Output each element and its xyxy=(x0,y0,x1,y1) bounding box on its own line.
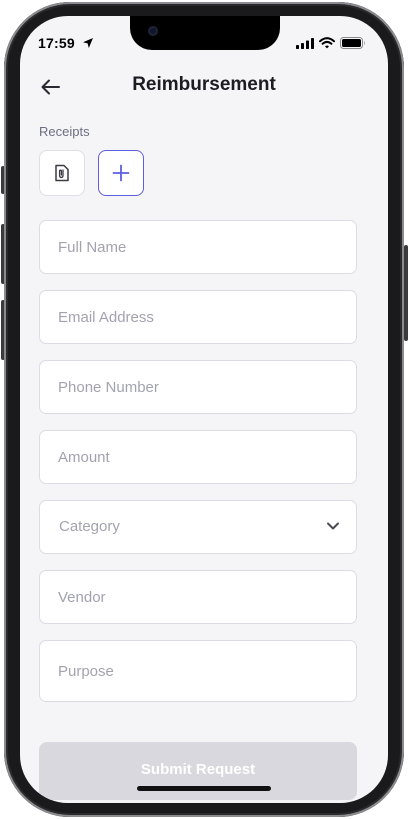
phone-field[interactable] xyxy=(39,360,357,414)
page-title: Reimbursement xyxy=(132,74,276,95)
chevron-down-icon xyxy=(327,522,339,530)
power-button xyxy=(404,245,408,341)
category-select[interactable]: Category xyxy=(39,500,357,554)
vendor-input[interactable] xyxy=(40,571,356,623)
submit-request-button[interactable]: Submit Request xyxy=(39,742,357,800)
email-input[interactable] xyxy=(40,291,356,343)
full-name-input[interactable] xyxy=(40,221,356,273)
full-name-field[interactable] xyxy=(39,220,357,274)
paperclip-document-icon xyxy=(55,164,69,182)
purpose-field[interactable] xyxy=(39,640,357,702)
receipt-attachment-thumb[interactable] xyxy=(39,150,85,196)
phone-input[interactable] xyxy=(40,361,356,413)
amount-field[interactable] xyxy=(39,430,357,484)
receipts-label: Receipts xyxy=(39,124,90,139)
vendor-field[interactable] xyxy=(39,570,357,624)
add-receipt-button[interactable] xyxy=(98,150,144,196)
location-arrow-icon xyxy=(83,38,93,48)
status-time: 17:59 xyxy=(38,35,75,51)
front-camera xyxy=(148,26,158,36)
signal-icon xyxy=(296,38,314,49)
email-field[interactable] xyxy=(39,290,357,344)
category-select-placeholder: Category xyxy=(59,518,120,535)
purpose-input[interactable] xyxy=(40,641,356,701)
amount-input[interactable] xyxy=(40,431,356,483)
battery-icon xyxy=(340,37,365,49)
home-indicator[interactable] xyxy=(137,786,271,791)
wifi-icon xyxy=(319,37,335,49)
plus-icon xyxy=(112,164,130,182)
app-screen: 17:59 Reimbursement Receipts Full Name E… xyxy=(20,16,388,803)
